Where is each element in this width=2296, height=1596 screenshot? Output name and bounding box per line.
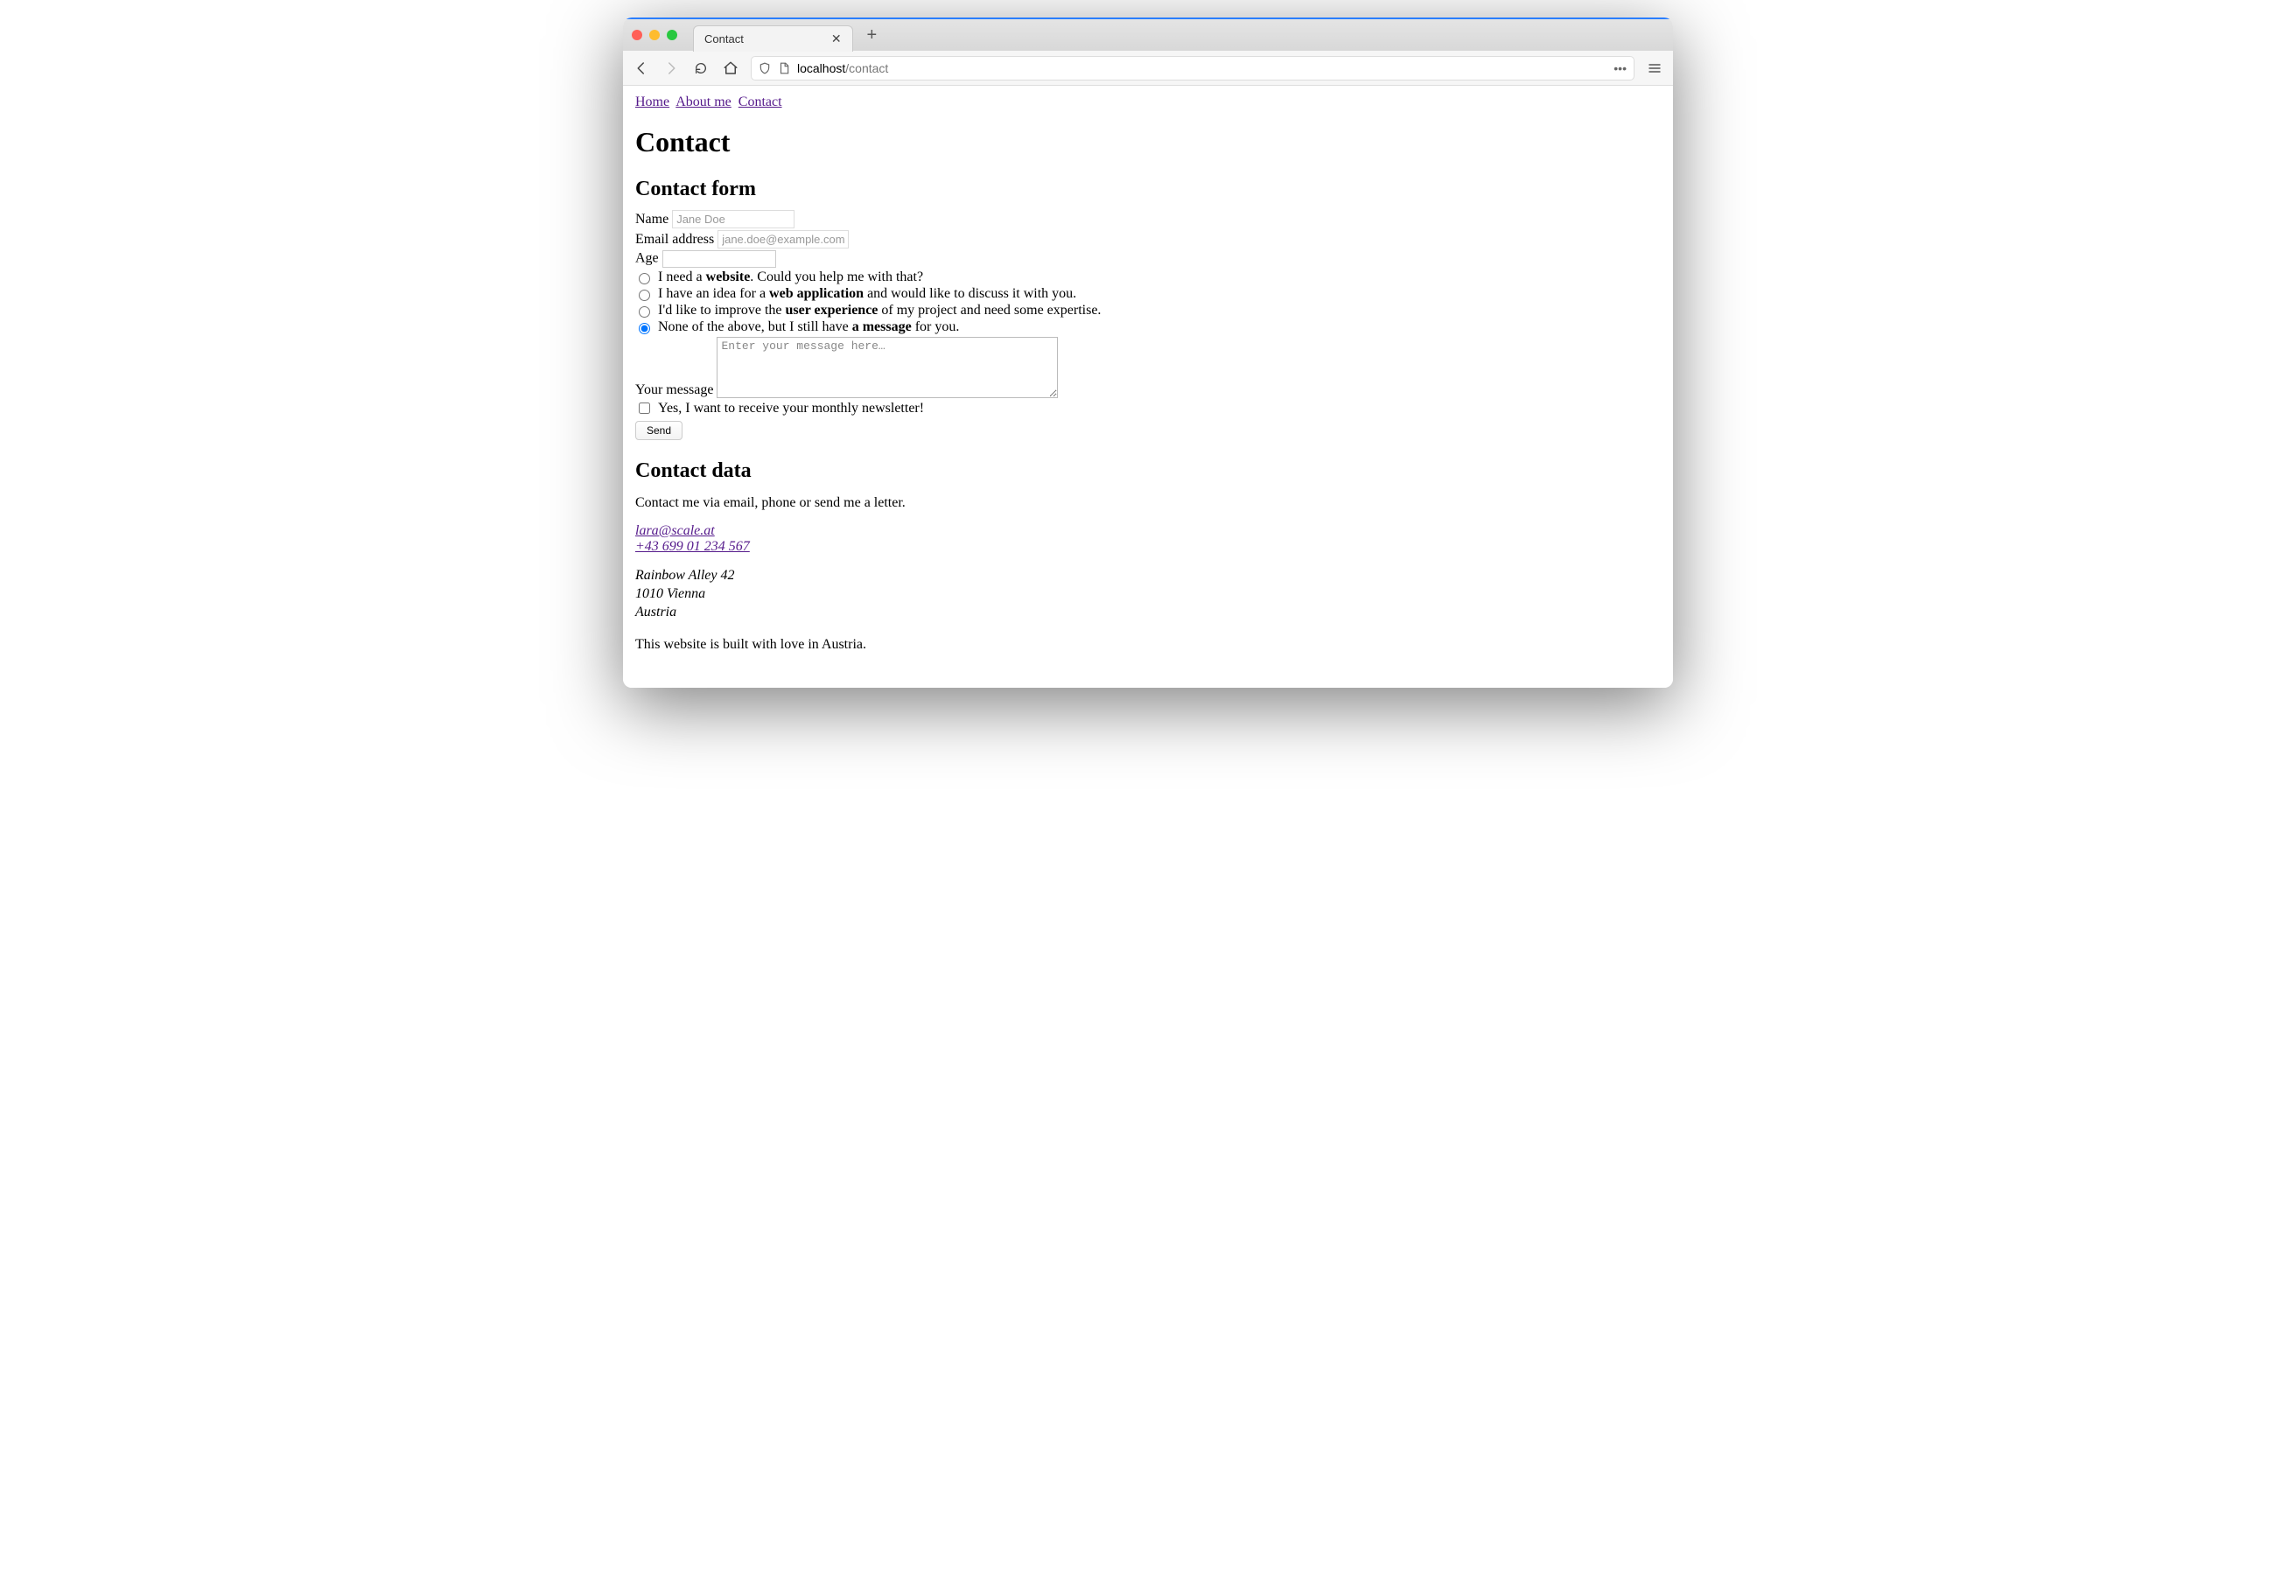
close-tab-button[interactable]: ✕	[831, 32, 842, 46]
hamburger-icon	[1648, 61, 1662, 75]
tab-title: Contact	[704, 32, 744, 46]
browser-toolbar: localhost/contact •••	[623, 51, 1673, 86]
url-text: localhost/contact	[797, 61, 888, 75]
minimize-window-button[interactable]	[649, 30, 660, 40]
window-controls	[632, 30, 686, 40]
email-label: Email address	[635, 232, 714, 247]
menu-button[interactable]	[1645, 59, 1664, 78]
nav-about-link[interactable]: About me	[676, 94, 732, 109]
message-textarea[interactable]	[717, 337, 1058, 398]
send-button[interactable]: Send	[635, 421, 682, 440]
arrow-left-icon	[634, 60, 649, 76]
contact-intro: Contact me via email, phone or send me a…	[635, 495, 1661, 511]
browser-tab[interactable]: Contact ✕	[693, 25, 853, 52]
email-input[interactable]	[718, 230, 849, 248]
shield-icon	[759, 62, 771, 74]
forward-button	[662, 59, 681, 78]
contact-data-heading: Contact data	[635, 459, 1661, 483]
close-window-button[interactable]	[632, 30, 642, 40]
page-footer: This website is built with love in Austr…	[635, 637, 1661, 653]
reason-label-website: I need a website. Could you help me with…	[658, 270, 923, 285]
reason-radio-webapp[interactable]	[639, 290, 650, 301]
nav-home-link[interactable]: Home	[635, 94, 669, 109]
reason-label-webapp: I have an idea for a web application and…	[658, 286, 1076, 302]
home-icon	[723, 60, 738, 76]
contact-phone-link[interactable]: +43 699 01 234 567	[635, 539, 750, 554]
age-label: Age	[635, 251, 659, 266]
reason-radio-other[interactable]	[639, 323, 650, 334]
page-content: Home About me Contact Contact Contact fo…	[623, 86, 1673, 688]
newsletter-label: Yes, I want to receive your monthly news…	[658, 401, 924, 416]
contact-address: Rainbow Alley 42 1010 Vienna Austria	[635, 567, 1661, 621]
name-input[interactable]	[672, 210, 794, 228]
reload-icon	[694, 61, 708, 75]
reason-label-other: None of the above, but I still have a me…	[658, 319, 959, 335]
contact-email-link[interactable]: lara@scale.at	[635, 523, 715, 538]
back-button[interactable]	[632, 59, 651, 78]
newsletter-checkbox[interactable]	[639, 402, 650, 414]
browser-window: Contact ✕ + localhost/contact •••	[623, 18, 1673, 688]
maximize-window-button[interactable]	[667, 30, 677, 40]
home-button[interactable]	[721, 59, 740, 78]
page-icon	[778, 62, 790, 74]
contact-data: Contact me via email, phone or send me a…	[635, 495, 1661, 621]
reason-label-ux: I'd like to improve the user experience …	[658, 303, 1101, 318]
age-input[interactable]	[662, 250, 776, 268]
reload-button[interactable]	[691, 59, 710, 78]
page-actions-button[interactable]: •••	[1614, 61, 1627, 75]
contact-form-heading: Contact form	[635, 178, 1661, 201]
new-tab-button[interactable]: +	[860, 25, 885, 46]
address-bar[interactable]: localhost/contact •••	[751, 56, 1634, 80]
name-label: Name	[635, 212, 668, 227]
reason-radio-ux[interactable]	[639, 306, 650, 318]
arrow-right-icon	[663, 60, 679, 76]
reason-radio-website[interactable]	[639, 273, 650, 284]
nav-contact-link[interactable]: Contact	[738, 94, 782, 109]
titlebar: Contact ✕ +	[623, 18, 1673, 51]
site-nav: Home About me Contact	[635, 94, 1661, 110]
page-title: Contact	[635, 126, 1661, 158]
message-label: Your message	[635, 382, 713, 397]
